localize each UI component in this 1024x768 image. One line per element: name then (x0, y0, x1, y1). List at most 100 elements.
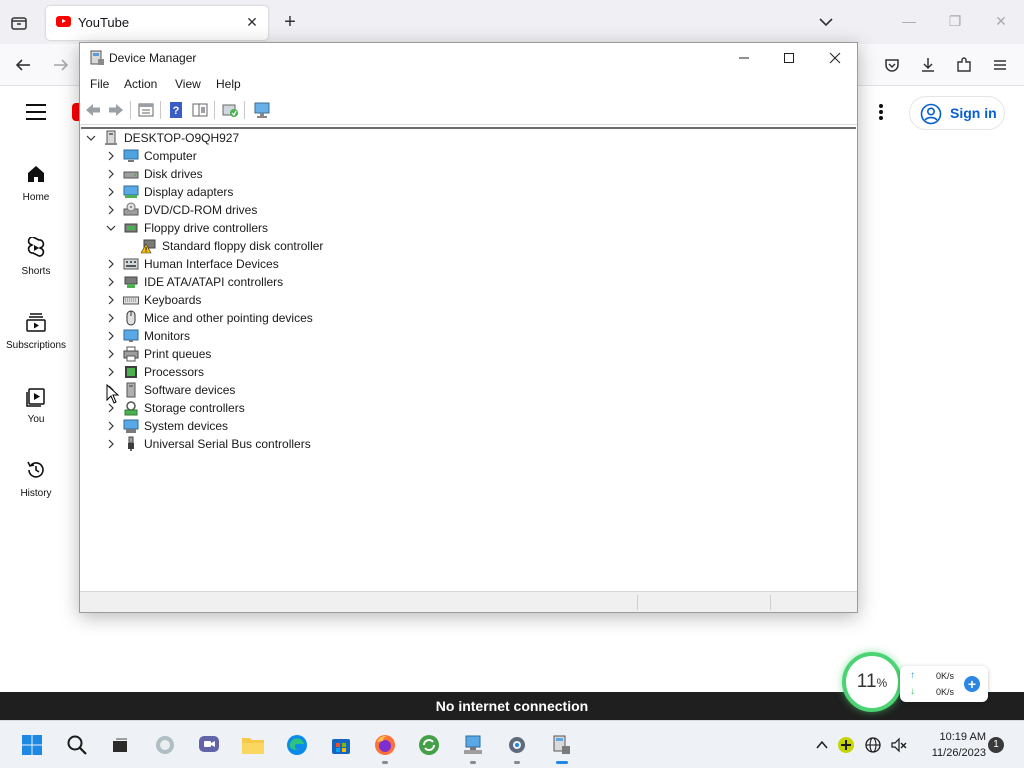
taskbar-app-edge[interactable] (285, 733, 309, 757)
new-tab-button[interactable]: + (280, 10, 300, 34)
browser-minimize-button[interactable]: — (900, 12, 918, 30)
taskbar-app-device-manager[interactable] (549, 733, 573, 757)
task-view-button[interactable] (108, 733, 132, 757)
show-hidden-icons-button[interactable] (810, 733, 834, 757)
tree-root[interactable]: DESKTOP-O9QH927 (85, 129, 239, 147)
sign-in-button[interactable]: Sign in (909, 96, 1005, 130)
youtube-settings-more-button[interactable] (876, 104, 886, 122)
tree-item-mice[interactable]: Mice and other pointing devices (105, 309, 313, 327)
tray-plus-app[interactable] (834, 733, 858, 757)
chevron-right-icon[interactable] (105, 417, 117, 435)
tree-item-storage-controllers[interactable]: Storage controllers (105, 399, 245, 417)
chevron-right-icon[interactable] (105, 291, 117, 309)
taskbar-app-chat[interactable] (197, 733, 221, 757)
tree-item-dvd-drives[interactable]: DVD/CD-ROM drives (105, 201, 257, 219)
search-button[interactable] (65, 733, 89, 757)
scan-hardware-icon[interactable] (253, 101, 271, 119)
tab-youtube[interactable]: YouTube ✕ (46, 6, 268, 40)
close-button[interactable] (820, 47, 850, 69)
tree-item-keyboards[interactable]: Keyboards (105, 291, 201, 309)
tab-list-icon (11, 17, 27, 30)
chevron-right-icon[interactable] (105, 435, 117, 453)
tree-item-ide-controllers[interactable]: IDE ATA/ATAPI controllers (105, 273, 283, 291)
chevron-right-icon[interactable] (105, 345, 117, 363)
taskbar-app-refresh-tool[interactable] (417, 733, 441, 757)
warning-controller-icon (140, 238, 157, 254)
taskbar-app-settings[interactable] (505, 733, 529, 757)
chevron-right-icon[interactable] (105, 183, 117, 201)
chevron-right-icon[interactable] (105, 147, 117, 165)
list-all-tabs-button[interactable] (816, 12, 836, 32)
menu-help[interactable]: Help (216, 77, 241, 91)
chevron-down-icon[interactable] (105, 219, 117, 237)
download-speed: 0K/s (936, 687, 955, 697)
tree-item-usb-controllers[interactable]: Universal Serial Bus controllers (105, 435, 311, 453)
downloads-button[interactable] (917, 54, 939, 76)
device-manager-icon (553, 735, 570, 754)
taskbar-clock[interactable]: 10:19 AM 11/26/2023 (916, 729, 986, 761)
browser-restore-button[interactable]: ❐ (946, 12, 964, 30)
view-pane-icon[interactable] (191, 101, 209, 119)
notification-count-badge[interactable]: 1 (988, 737, 1004, 753)
maximize-button[interactable] (774, 47, 804, 69)
ide-controller-icon (123, 274, 139, 290)
sidebar-item-home[interactable]: Home (0, 162, 72, 222)
tab-list-button[interactable] (8, 12, 30, 34)
minimize-button[interactable] (729, 47, 759, 69)
tree-item-display-adapters[interactable]: Display adapters (105, 183, 233, 201)
menu-action[interactable]: Action (124, 77, 157, 91)
close-icon (829, 52, 841, 64)
tree-item-system-devices[interactable]: System devices (105, 417, 228, 435)
update-driver-icon[interactable] (221, 101, 239, 119)
tree-item-standard-floppy-controller[interactable]: Standard floppy disk controller (140, 237, 323, 255)
browser-close-button[interactable]: ✕ (992, 12, 1010, 30)
pocket-button[interactable] (881, 54, 903, 76)
tree-item-disk-drives[interactable]: Disk drives (105, 165, 203, 183)
properties-sheet-icon[interactable] (137, 101, 155, 119)
chevron-right-icon[interactable] (105, 273, 117, 291)
back-arrow-icon[interactable] (84, 101, 102, 119)
sidebar-item-shorts[interactable]: Shorts (0, 236, 72, 296)
tree-item-monitors[interactable]: Monitors (105, 327, 190, 345)
device-manager-titlebar[interactable]: Device Manager (80, 43, 857, 73)
globe-icon (865, 737, 881, 753)
chevron-down-icon[interactable] (85, 129, 97, 147)
processor-icon (123, 364, 139, 380)
chevron-right-icon[interactable] (105, 327, 117, 345)
app-menu-button[interactable] (989, 54, 1011, 76)
taskbar-app-network-tool[interactable] (461, 733, 485, 757)
tree-item-print-queues[interactable]: Print queues (105, 345, 211, 363)
tab-close-icon[interactable]: ✕ (244, 14, 260, 30)
tree-item-label: Keyboards (144, 293, 202, 307)
network-speed-widget[interactable]: 11% ↑ 0K/s ↓ 0K/s + (842, 652, 988, 716)
forward-button[interactable] (50, 54, 72, 76)
chevron-right-icon[interactable] (105, 165, 117, 183)
sidebar-item-subscriptions[interactable]: Subscriptions (0, 310, 72, 370)
tree-item-floppy-controllers[interactable]: Floppy drive controllers (105, 219, 268, 237)
back-button[interactable] (12, 54, 34, 76)
chevron-right-icon[interactable] (105, 363, 117, 381)
taskbar-app-file-explorer[interactable] (241, 733, 265, 757)
tree-item-software-devices[interactable]: Software devices (105, 381, 235, 399)
menu-file[interactable]: File (90, 77, 109, 91)
forward-arrow-icon[interactable] (107, 101, 125, 119)
hamburger-menu-icon (994, 60, 1006, 70)
chevron-right-icon[interactable] (105, 255, 117, 273)
start-button[interactable] (20, 733, 44, 757)
sidebar-item-you[interactable]: You (0, 384, 72, 444)
extensions-button[interactable] (953, 54, 975, 76)
tree-item-processors[interactable]: Processors (105, 363, 204, 381)
taskbar-app-widgets[interactable] (153, 733, 177, 757)
widget-plus-button[interactable]: + (964, 676, 980, 692)
chevron-right-icon[interactable] (105, 201, 117, 219)
chevron-right-icon[interactable] (105, 309, 117, 327)
taskbar-app-store[interactable] (329, 733, 353, 757)
tray-volume[interactable] (887, 733, 911, 757)
tree-item-human-interface-devices[interactable]: Human Interface Devices (105, 255, 279, 273)
tray-network[interactable] (861, 733, 885, 757)
help-icon[interactable]: ? (167, 101, 185, 119)
tree-item-computer[interactable]: Computer (105, 147, 197, 165)
sidebar-item-history[interactable]: History (0, 458, 72, 518)
menu-view[interactable]: View (175, 77, 201, 91)
taskbar-app-firefox[interactable] (373, 733, 397, 757)
